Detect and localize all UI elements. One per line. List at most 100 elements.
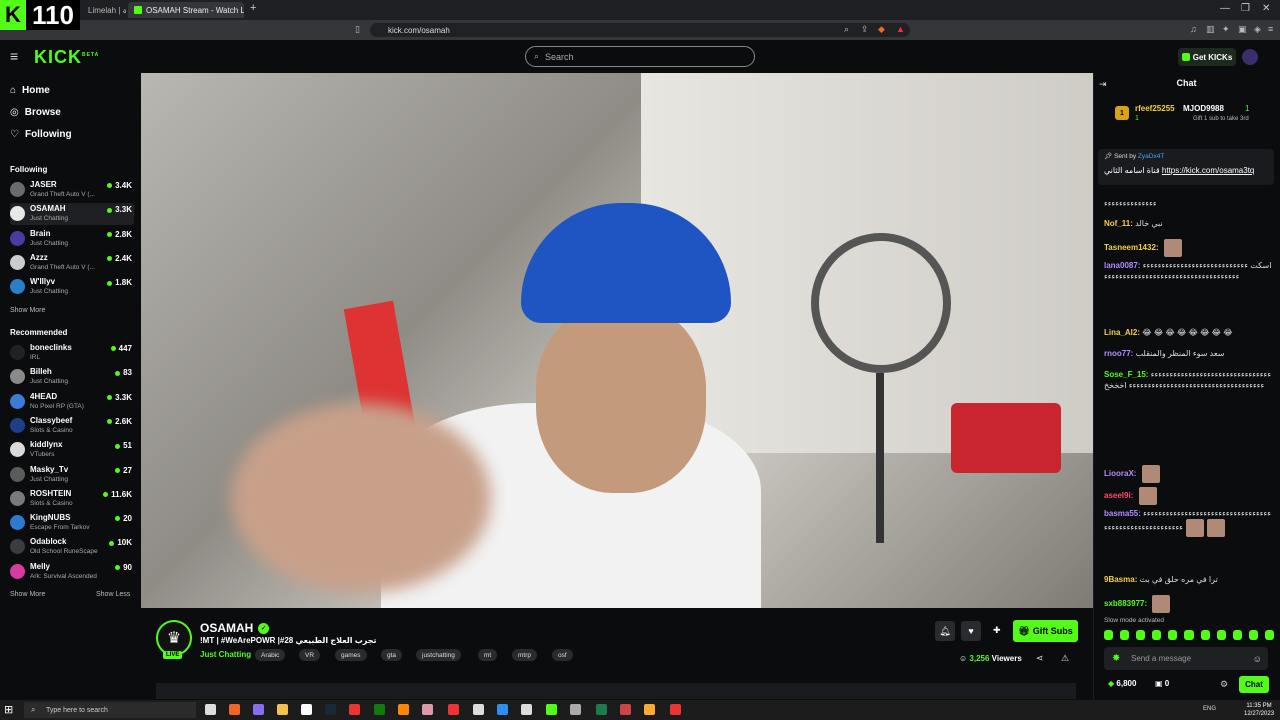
- brave-icon[interactable]: [229, 704, 240, 715]
- brave-rewards-icon[interactable]: ▲: [896, 24, 905, 34]
- vpn-icon[interactable]: ◈: [1254, 24, 1261, 35]
- paint-icon[interactable]: [422, 704, 433, 715]
- chat-message[interactable]: ءءءءءءءءءءءءءء: [1104, 198, 1272, 209]
- follow-heart-button[interactable]: ♥: [961, 621, 981, 641]
- file-explorer-icon[interactable]: [277, 704, 288, 715]
- stream-tag[interactable]: osf: [552, 649, 573, 661]
- search-input[interactable]: ⌕ Search: [525, 46, 755, 67]
- show-more-following[interactable]: Show More: [10, 307, 45, 314]
- pinned-link[interactable]: https://kick.com/osama3tq: [1162, 166, 1254, 175]
- get-kicks-button[interactable]: Get KICKs: [1178, 48, 1236, 66]
- steam-icon[interactable]: [325, 704, 336, 715]
- sidebar-channel-item[interactable]: Melly Ark: Survival Ascended 90: [10, 561, 134, 583]
- sidebar-channel-item[interactable]: Azzz Grand Theft Auto V (... 2.4K: [10, 252, 134, 274]
- chat-message[interactable]: Lina_AI2: 😂 😂 😂 😂 😂 😂 😂 😂: [1104, 327, 1272, 338]
- maximize-icon[interactable]: ❐: [1241, 3, 1250, 14]
- terminal-icon[interactable]: [596, 704, 607, 715]
- hamburger-menu-icon[interactable]: ≡: [10, 48, 18, 64]
- chat-username[interactable]: 9Basma:: [1104, 575, 1137, 584]
- video-player[interactable]: [141, 73, 1093, 608]
- channel-name[interactable]: OSAMAH ✓: [200, 621, 270, 635]
- emote-quick-bar[interactable]: [1104, 630, 1275, 642]
- media-icon[interactable]: ♫: [1190, 24, 1197, 34]
- store-icon[interactable]: [301, 704, 312, 715]
- kicks-balance[interactable]: ◆ 6,800: [1108, 679, 1136, 688]
- stream-category[interactable]: Just Chatting: [200, 650, 251, 659]
- menu-icon[interactable]: ≡: [1268, 24, 1273, 34]
- subs-count[interactable]: ▣ 0: [1155, 679, 1169, 688]
- kicks-star-icon[interactable]: ✸: [1112, 653, 1120, 664]
- minimize-icon[interactable]: —: [1220, 3, 1230, 14]
- chat-username[interactable]: sxb883977:: [1104, 599, 1147, 608]
- chat-username[interactable]: Nof_11:: [1104, 219, 1133, 228]
- sidebar-channel-item[interactable]: 4HEAD No Pixel RP (GTA) 3.3K: [10, 391, 134, 413]
- show-more-recommended[interactable]: Show More: [10, 591, 45, 598]
- chat-message[interactable]: Nof_11: نبي خالد: [1104, 218, 1272, 229]
- xbox-icon[interactable]: [374, 704, 385, 715]
- sidebar-item-following[interactable]: ♡ Following: [10, 129, 72, 140]
- share-icon[interactable]: ⋖: [1036, 653, 1044, 664]
- gift-subs-button[interactable]: 🎁︎ Gift Subs: [1013, 620, 1078, 642]
- sidebar-item-browse[interactable]: ◎ Browse: [10, 107, 61, 118]
- stream-tag[interactable]: games: [335, 649, 367, 661]
- stream-tag[interactable]: Arabic: [255, 649, 286, 661]
- epic-icon[interactable]: [473, 704, 484, 715]
- video-icon[interactable]: [349, 704, 360, 715]
- extensions-icon[interactable]: ✦: [1222, 24, 1230, 35]
- sidebar-item-home[interactable]: ⌂ Home: [10, 85, 50, 96]
- kick-icon[interactable]: [546, 704, 557, 715]
- sidebar-channel-item[interactable]: JASER Grand Theft Auto V (... 3.4K: [10, 179, 134, 201]
- browser-tab[interactable]: Limelah | جولة: [82, 2, 126, 18]
- edge-icon[interactable]: [497, 704, 508, 715]
- gift-icon[interactable]: ✚: [993, 625, 1001, 636]
- share-page-icon[interactable]: ⇪: [861, 24, 869, 35]
- sidebar-toggle-icon[interactable]: ▥: [1206, 24, 1215, 35]
- chat-message[interactable]: sxb883977:: [1104, 595, 1272, 613]
- sidebar-channel-item[interactable]: Masky_Tv Just Chatting 27: [10, 464, 134, 486]
- stream-tag[interactable]: mtrp: [512, 649, 537, 661]
- sidebar-channel-item[interactable]: ROSHTEIN Slots & Casino 11.6K: [10, 488, 134, 510]
- sidebar-channel-item[interactable]: Brain Just Chatting 2.8K: [10, 228, 134, 250]
- gear-icon[interactable]: ⚙: [1220, 679, 1228, 690]
- chat-message[interactable]: Sose_F_15: ءءءءءءءءءءءءءءءءءءءءءءءءءءءءء…: [1104, 369, 1272, 391]
- chat-username[interactable]: rnoo77:: [1104, 349, 1133, 358]
- kick-logo[interactable]: KICKBETA: [34, 47, 99, 68]
- chat-message[interactable]: basma55: ءءءءءءءءءءءءءءءءءءءءءءءءءءءءءءء…: [1104, 508, 1272, 537]
- chat-message[interactable]: lana0087: اسكت ءءءءءءءءءءءءءءءءءءءءءءءءء…: [1104, 260, 1272, 282]
- sidebar-channel-item[interactable]: OSAMAH Just Chatting 3.3K: [10, 203, 134, 226]
- send-chat-button[interactable]: Chat: [1239, 676, 1269, 693]
- chat-message-input[interactable]: ✸ Send a message ☺: [1104, 647, 1268, 670]
- sidebar-channel-item[interactable]: Odablock Old School RuneScape 10K: [10, 536, 134, 558]
- sidebar-channel-item[interactable]: kiddlynx VTubers 51: [10, 439, 134, 461]
- stream-tag[interactable]: justchatting: [416, 649, 461, 661]
- chat-username[interactable]: basma55:: [1104, 509, 1141, 518]
- task-view-icon[interactable]: [205, 704, 216, 715]
- sidebar-channel-item[interactable]: W'lllyv Just Chatting 1.8K: [10, 276, 134, 298]
- vlc-icon[interactable]: [398, 704, 409, 715]
- chat-message[interactable]: aseel9i:: [1104, 487, 1272, 505]
- browser-tab-active[interactable]: OSAMAH Stream - Watch Liv ✕: [128, 2, 244, 18]
- stream-tag[interactable]: mt: [478, 649, 498, 661]
- taskbar-search-input[interactable]: ⌕ Type here to search: [24, 702, 196, 718]
- photos-icon[interactable]: [644, 704, 655, 715]
- sidebar-channel-item[interactable]: KingNUBS Escape From Tarkov 20: [10, 512, 134, 534]
- close-window-icon[interactable]: ✕: [1262, 3, 1270, 14]
- chat-username[interactable]: Sose_F_15:: [1104, 370, 1148, 379]
- language-indicator[interactable]: ENG: [1203, 706, 1216, 712]
- mcafee-icon[interactable]: [670, 704, 681, 715]
- url-field[interactable]: kick.com/osamah: [370, 23, 910, 37]
- chat-message[interactable]: Tasneem1432:: [1104, 239, 1272, 257]
- chat-username[interactable]: lana0087:: [1104, 261, 1140, 270]
- windows-start-icon[interactable]: ⊞: [4, 703, 13, 716]
- bookmark-icon[interactable]: ▯: [355, 24, 360, 35]
- stream-tag[interactable]: gta: [381, 649, 403, 661]
- chat-message[interactable]: 9Basma: ترا في مره حلق في بث: [1104, 574, 1272, 585]
- chrome-icon[interactable]: [448, 704, 459, 715]
- chat-username[interactable]: aseel9i:: [1104, 491, 1133, 500]
- app-icon[interactable]: [570, 704, 581, 715]
- avatar[interactable]: [1242, 49, 1258, 65]
- opera-icon[interactable]: [253, 704, 264, 715]
- taskbar-clock[interactable]: 11:35 PM 12/27/2023: [1244, 702, 1274, 718]
- notification-bell-button[interactable]: 🔔︎: [935, 621, 955, 641]
- sidebar-channel-item[interactable]: boneclinks IRL 447: [10, 342, 134, 364]
